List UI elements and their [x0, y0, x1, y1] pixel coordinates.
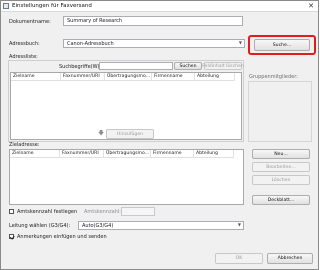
search-button[interactable]: Suchen — [174, 62, 202, 70]
column-header[interactable]: Firmenname — [152, 73, 195, 81]
address-book-select[interactable]: Canon-Adressbuch ▼ — [63, 39, 245, 48]
search-term-label: Suchbegriffe(W): — [59, 64, 102, 70]
log-checkbox[interactable] — [9, 234, 14, 239]
line-select-label: Leitung wählen (G3/G4): — [9, 223, 71, 229]
log-label: Anmerkungen einfügen und senden — [17, 234, 107, 240]
edit-button[interactable]: Bearbeiten... — [252, 162, 310, 172]
document-name-label: Dokumentname: — [9, 19, 51, 25]
add-button[interactable]: Hinzufügen — [106, 129, 154, 139]
document-name-field[interactable]: Summary of Research — [63, 16, 243, 26]
arrow-down-icon: 🡇 — [98, 130, 105, 137]
column-header[interactable]: Zielname — [10, 150, 60, 158]
delete-button[interactable]: Löschen — [252, 175, 310, 185]
chevron-down-icon: ▼ — [237, 222, 241, 227]
outside-line-number-field[interactable] — [121, 207, 155, 216]
outside-line-checkbox[interactable] — [9, 209, 14, 214]
chevron-down-icon: ▼ — [238, 40, 242, 45]
address-book-value: Canon-Adressbuch — [67, 40, 114, 47]
highlight-frame — [248, 35, 316, 55]
destination-list[interactable]: Zielname Faxnummer/URI Übertragungsmo...… — [9, 149, 244, 205]
outside-line-label: Amtskennzahl festlegen — [17, 209, 78, 215]
column-header[interactable]: Übertragungsmo... — [104, 150, 151, 158]
column-header[interactable]: Firmenname — [151, 150, 194, 158]
column-header[interactable]: Zielname — [11, 73, 61, 81]
line-select-value: Auto(G3/G4) — [82, 222, 114, 229]
cover-sheet-button[interactable]: Deckblatt... — [252, 195, 310, 205]
column-header[interactable]: Abteilung — [194, 150, 234, 158]
destination-list-header: Zielname Faxnummer/URI Übertragungsmo...… — [10, 150, 234, 158]
new-button[interactable]: Neu... — [252, 149, 310, 159]
group-members-list[interactable] — [248, 81, 312, 142]
column-header[interactable]: Faxnummer/URI — [61, 73, 105, 81]
clear-search-button[interactable]: Feldinhalt löschen — [202, 62, 244, 70]
address-book-label: Adressbuch: — [9, 41, 40, 47]
column-header[interactable]: Übertragungsmo... — [105, 73, 152, 81]
title-bar: Einstellungen für Faxversand ✕ — [1, 1, 318, 12]
fax-icon — [3, 3, 9, 9]
search-term-input[interactable] — [99, 62, 173, 70]
destination-label: Zieladresse: — [9, 142, 40, 148]
line-select[interactable]: Auto(G3/G4) ▼ — [78, 221, 244, 230]
close-icon[interactable]: ✕ — [304, 1, 318, 11]
group-members-label: Gruppenmitglieder: — [249, 74, 298, 80]
fax-settings-dialog: Einstellungen für Faxversand ✕ Dokumentn… — [0, 0, 319, 270]
cancel-button[interactable]: Abbrechen — [267, 253, 313, 264]
address-list-header: Zielname Faxnummer/URI Übertragungsmo...… — [11, 73, 235, 81]
column-header[interactable]: Faxnummer/URI — [60, 150, 104, 158]
ok-button[interactable]: OK — [215, 253, 263, 264]
window-title: Einstellungen für Faxversand — [12, 3, 92, 9]
outside-line-number-label: Amtskennzahl: — [84, 209, 121, 215]
column-header[interactable]: Abteilung — [195, 73, 235, 81]
